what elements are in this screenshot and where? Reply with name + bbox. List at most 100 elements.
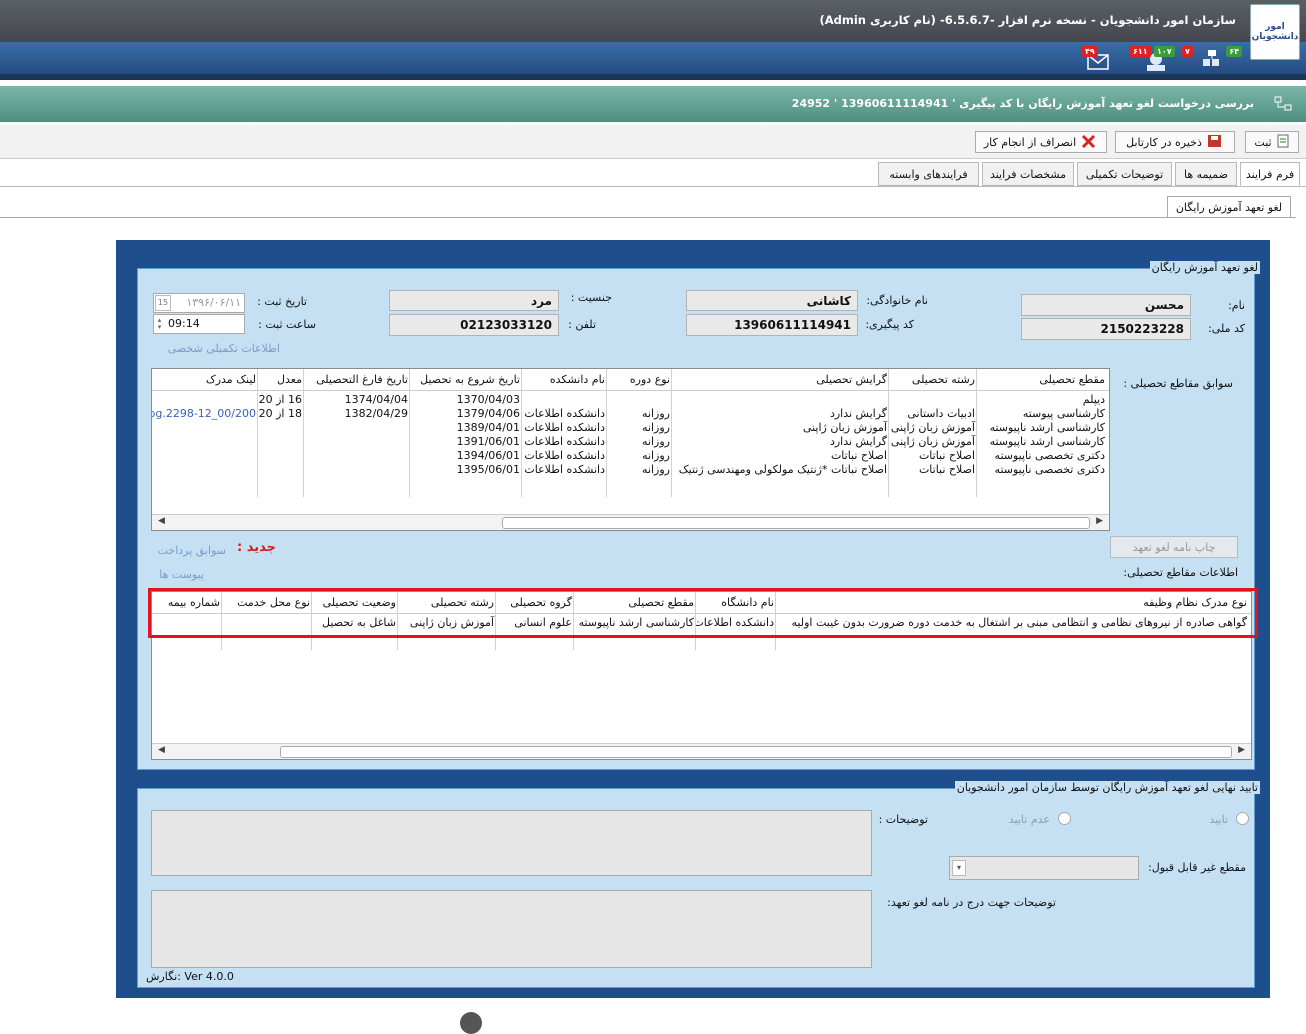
edu-col-header[interactable]: رشته تحصیلی <box>889 369 977 391</box>
phone-label: تلفن : <box>568 318 596 331</box>
edu-row[interactable]: کارشناسی ارشد ناپیوسته آموزش زبان ژاپنی آم… <box>152 421 1109 435</box>
edu-cell: 1394/06/01 <box>456 449 520 462</box>
edu-divider <box>257 369 258 497</box>
page-header: بررسی درخواست لغو تعهد آموزش رایگان با ک… <box>0 86 1306 122</box>
edu-row[interactable]: کارشناسی پیوسته ادبیات داستانی گرایش ندارد… <box>152 407 1109 421</box>
edu-cell: ادبیات داستانی <box>907 407 975 420</box>
edu-divider <box>606 369 607 497</box>
submit-button[interactable]: ثبت <box>1245 131 1299 153</box>
mail-icon[interactable]: ۴۹ <box>1080 46 1120 75</box>
edu-divider <box>151 369 152 497</box>
attachments-link[interactable]: پیوست ها <box>159 568 204 581</box>
tab-related-processes[interactable]: فرایندهای وابسته <box>878 162 979 186</box>
tab-attachments[interactable]: ضمیمه ها <box>1175 162 1237 186</box>
education-history-grid: ◀ ▶ مقطع تحصیلی رشته تحصیلی گرایش تحصیلی نو… <box>151 368 1110 531</box>
edu-cell: دکتری تخصصی ناپیوسته <box>994 449 1105 462</box>
edu-col-header[interactable]: تاریخ فارغ التحصیلی <box>304 369 410 391</box>
highlight-box <box>148 588 1258 638</box>
pending-badge[interactable]: ۶۱۱ <box>1130 46 1151 57</box>
edu-cell: 1379/04/06 <box>456 407 520 420</box>
national-id-field: 2150223228 <box>1021 318 1191 340</box>
edu-cell: دیپلم <box>1082 393 1105 406</box>
calendar-icon[interactable]: 15 <box>155 295 171 311</box>
edu-col-header[interactable]: مقطع تحصیلی <box>977 369 1107 391</box>
notification-bar: ۶۴ ۱۰۷ ۷ ۶۱۱ ۴۹ <box>0 42 1306 80</box>
edu-cell: اصلاح نباتات <box>918 463 975 476</box>
edu-col-header[interactable]: نوع دوره <box>607 369 672 391</box>
scroll-thumb[interactable] <box>280 746 1232 758</box>
approval-legend: تایید نهایی لغو تعهد آموزش رایگان توسط س… <box>954 781 1260 794</box>
gender-field: مرد <box>389 290 559 311</box>
scroll-right-icon[interactable]: ▶ <box>1096 516 1103 526</box>
edu-divider <box>521 369 522 497</box>
scroll-handle[interactable] <box>460 1012 482 1034</box>
edu-divider <box>409 369 410 497</box>
edu-cell: دانشکده اطلاعات <box>524 463 605 476</box>
scroll-left-icon[interactable]: ◀ <box>158 745 165 755</box>
document-icon <box>1276 134 1290 151</box>
scroll-right-icon[interactable]: ▶ <box>1238 745 1245 755</box>
edu-cell: روزانه <box>642 421 670 434</box>
network-icon[interactable]: ۶۴ <box>1200 46 1242 75</box>
edu-cell: 1389/04/01 <box>456 421 520 434</box>
edu-row[interactable]: دکتری تخصصی ناپیوسته اصلاح نباتات اصلاح نب… <box>152 449 1109 463</box>
subtab-line <box>0 217 1296 218</box>
extra-info-link[interactable]: اطلاعات تکمیلی شخصی <box>168 342 280 355</box>
reject-radio[interactable] <box>1058 812 1071 825</box>
logo: امور دانشجویان <box>1250 4 1300 60</box>
cancel-button[interactable]: انصراف از انجام کار <box>975 131 1107 153</box>
version-label: نگارش: Ver 4.0.0 <box>146 970 234 983</box>
print-letter-button[interactable]: چاپ نامه لغو تعهد <box>1110 536 1238 558</box>
time-spinner[interactable]: ▴ ▾ <box>155 317 164 331</box>
edu-cell: 00/200_2298-12.jpg <box>152 407 256 420</box>
app-title: سازمان امور دانشجویان - نسخه نرم افزار -… <box>819 13 1236 27</box>
chevron-down-icon[interactable]: ▾ <box>952 860 966 876</box>
tab-process-details[interactable]: مشخصات فرایند <box>982 162 1074 186</box>
edu-divider <box>671 369 672 497</box>
edu-cell: 1370/04/03 <box>456 393 520 406</box>
edu-cell: 1382/04/29 <box>344 407 408 420</box>
tab-free-education-cancel[interactable]: لغو تعهد آموزش رایگان <box>1167 196 1291 218</box>
unacceptable-select[interactable]: ▾ <box>949 856 1139 880</box>
scroll-left-icon[interactable]: ◀ <box>158 516 165 526</box>
reg-date-label: تاریخ ثبت : <box>257 295 307 308</box>
edu-col-header[interactable]: معدل <box>258 369 304 391</box>
family-label: نام خانوادگی: <box>866 294 928 307</box>
edu-cell: دانشکده اطلاعات <box>524 435 605 448</box>
edu-row[interactable]: دکتری تخصصی ناپیوسته اصلاح نباتات اصلاح نب… <box>152 463 1109 477</box>
tracking-field: 13960611114941 <box>686 314 858 336</box>
edu-cell: گرایش ندارد <box>829 407 887 420</box>
edu-divider <box>976 369 977 497</box>
reg-time-field[interactable]: 09:14 <box>153 314 245 334</box>
payment-history-link[interactable]: سوابق پرداخت <box>158 544 226 557</box>
edu-col-header[interactable]: نام دانشکده <box>522 369 607 391</box>
approve-label: تایید <box>1209 813 1228 826</box>
military-hscroll[interactable]: ◀ ▶ <box>152 743 1251 759</box>
reject-label: عدم تایید <box>1008 813 1050 826</box>
tab-process-form[interactable]: فرم فرایند <box>1240 162 1300 186</box>
edu-row[interactable]: کارشناسی ارشد ناپیوسته آموزش زبان ژاپنی گر… <box>152 435 1109 449</box>
tab-additional-notes[interactable]: توضیحات تکمیلی <box>1077 162 1172 186</box>
edu-col-header[interactable]: گرایش تحصیلی <box>672 369 889 391</box>
title-bar: سازمان امور دانشجویان - نسخه نرم افزار -… <box>0 0 1306 42</box>
tracking-label: کد پیگیری: <box>865 318 914 331</box>
scroll-thumb[interactable] <box>502 517 1090 529</box>
phone-field: 02123033120 <box>389 314 559 336</box>
education-hscroll[interactable]: ◀ ▶ <box>152 514 1109 530</box>
description-textarea[interactable] <box>151 810 872 876</box>
edu-cell: روزانه <box>642 407 670 420</box>
edu-row[interactable]: دیپلم 1370/04/03 1374/04/04 16 از 20 <box>152 393 1109 407</box>
approve-radio[interactable] <box>1236 812 1249 825</box>
edu-cell: 18 از 20 <box>258 407 302 420</box>
form-legend: لغو تعهد آموزش رایگان <box>1149 261 1260 274</box>
edu-col-header[interactable]: لینک مدرک <box>152 369 258 391</box>
edu-col-header[interactable]: تاریخ شروع به تحصیل <box>410 369 522 391</box>
edu-header: مقطع تحصیلی رشته تحصیلی گرایش تحصیلی نوع دو… <box>152 369 1109 391</box>
save-to-cartable-button[interactable]: ذخیره در کارتابل <box>1115 131 1235 153</box>
name-label: نام: <box>1228 299 1245 312</box>
letter-desc-label: توضیحات جهت درج در نامه لغو تعهد: <box>887 896 1056 909</box>
letter-desc-textarea[interactable] <box>151 890 872 968</box>
edu-cell: اصلاح نباتات <box>918 449 975 462</box>
tabs-divider <box>0 186 1306 187</box>
education-info-label: اطلاعات مقاطع تحصیلی: <box>1123 566 1238 579</box>
